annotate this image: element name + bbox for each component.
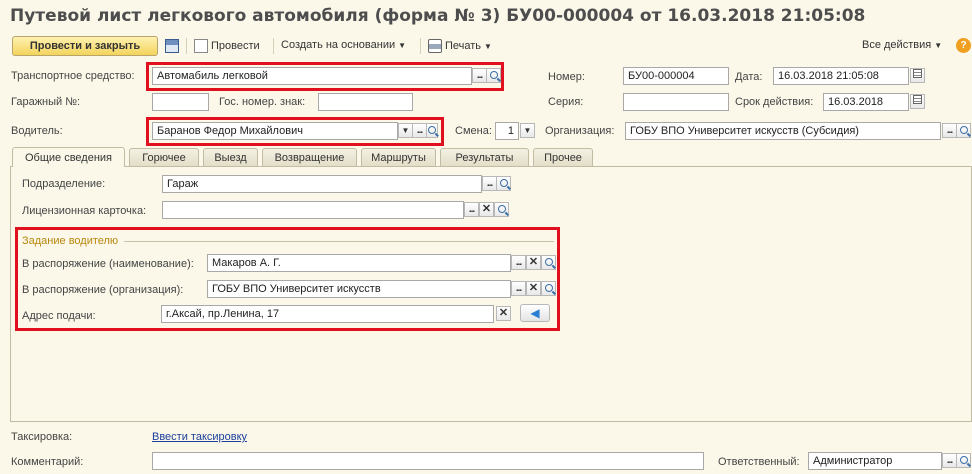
tab-fuel[interactable]: Горючее xyxy=(129,148,199,166)
driver-label: Водитель: xyxy=(11,125,63,137)
highlight-vehicle xyxy=(146,62,504,91)
tab-results[interactable]: Результаты xyxy=(440,148,529,166)
post-and-close-button[interactable]: Провести и закрыть xyxy=(12,36,158,56)
license-card-label: Лицензионная карточка: xyxy=(22,205,147,217)
tab-return[interactable]: Возвращение xyxy=(262,148,357,166)
comment-field[interactable] xyxy=(152,452,704,470)
search-icon xyxy=(499,179,508,187)
clear-icon: ✕ xyxy=(481,203,492,215)
ellipsis-icon: ... xyxy=(946,125,953,136)
ellipsis-icon: ... xyxy=(486,178,493,189)
organization-label: Организация: xyxy=(545,125,615,137)
responsible-field[interactable]: Администратор xyxy=(808,452,942,470)
number-label: Номер: xyxy=(548,71,585,83)
post-button[interactable]: Провести xyxy=(194,39,260,53)
division-open-button[interactable] xyxy=(496,176,511,191)
tab-other[interactable]: Прочее xyxy=(533,148,593,166)
garage-label: Гаражный №: xyxy=(11,96,81,108)
save-button[interactable] xyxy=(165,39,179,53)
shift-label: Смена: xyxy=(455,125,492,137)
tab-routes[interactable]: Маршруты xyxy=(361,148,436,166)
calendar-icon xyxy=(913,95,922,104)
highlight-driver-task xyxy=(15,227,560,331)
highlight-driver xyxy=(146,117,444,146)
search-icon xyxy=(959,126,968,134)
shift-dropdown-button[interactable]: ▼ xyxy=(520,123,535,138)
chevron-down-icon: ▼ xyxy=(398,40,407,50)
chevron-down-icon: ▼ xyxy=(934,40,943,50)
division-field[interactable]: Гараж xyxy=(162,175,482,193)
calendar-icon xyxy=(913,69,922,78)
number-field[interactable]: БУ00-000004 xyxy=(623,67,729,85)
printer-icon xyxy=(428,39,442,53)
responsible-select-button[interactable]: ... xyxy=(942,453,957,468)
chevron-down-icon: ▼ xyxy=(484,41,492,51)
series-field[interactable] xyxy=(623,93,729,111)
tab-departure[interactable]: Выезд xyxy=(203,148,258,166)
date-label: Дата: xyxy=(735,71,763,83)
valid-until-label: Срок действия: xyxy=(735,96,814,108)
create-based-on-label: Создать на основании xyxy=(281,39,396,51)
responsible-label: Ответственный: xyxy=(718,456,800,468)
organization-open-button[interactable] xyxy=(956,123,971,138)
post-button-label: Провести xyxy=(211,40,260,52)
all-actions-button[interactable]: Все действия ▼ xyxy=(862,39,942,51)
print-label: Печать xyxy=(445,40,482,52)
shift-field[interactable]: 1 xyxy=(495,122,519,140)
division-label: Подразделение: xyxy=(22,178,106,190)
print-button[interactable]: Печать ▼ xyxy=(428,39,492,53)
valid-until-field[interactable]: 16.03.2018 xyxy=(823,93,909,111)
search-icon xyxy=(497,205,506,213)
date-calendar-button[interactable] xyxy=(910,68,925,83)
all-actions-label: Все действия xyxy=(862,39,932,51)
create-based-on-button[interactable]: Создать на основании ▼ xyxy=(281,39,406,51)
chevron-down-icon: ▼ xyxy=(523,126,532,135)
taxing-label: Таксировка: xyxy=(11,431,73,443)
ellipsis-icon: ... xyxy=(468,204,475,215)
floppy-disk-icon xyxy=(165,39,179,53)
organization-field[interactable]: ГОБУ ВПО Университет искусств (Субсидия) xyxy=(625,122,941,140)
window-title: Путевой лист легкового автомобиля (форма… xyxy=(10,6,866,26)
comment-label: Комментарий: xyxy=(11,456,84,468)
division-select-button[interactable]: ... xyxy=(482,176,497,191)
tab-general[interactable]: Общие сведения xyxy=(12,147,125,167)
license-card-open-button[interactable] xyxy=(494,202,509,217)
plate-field[interactable] xyxy=(318,93,413,111)
plate-label: Гос. номер. знак: xyxy=(219,96,306,108)
vehicle-label: Транспортное средство: xyxy=(11,70,135,82)
search-icon xyxy=(959,456,968,464)
enter-taxing-link[interactable]: Ввести таксировку xyxy=(152,431,247,443)
ellipsis-icon: ... xyxy=(946,455,953,466)
license-card-clear-button[interactable]: ✕ xyxy=(479,202,494,217)
responsible-open-button[interactable] xyxy=(956,453,971,468)
post-document-icon xyxy=(194,39,208,53)
series-label: Серия: xyxy=(548,96,584,108)
license-card-field[interactable] xyxy=(162,201,464,219)
date-field[interactable]: 16.03.2018 21:05:08 xyxy=(773,67,909,85)
license-card-select-button[interactable]: ... xyxy=(464,202,479,217)
organization-select-button[interactable]: ... xyxy=(942,123,957,138)
help-icon[interactable]: ? xyxy=(956,38,971,53)
valid-until-calendar-button[interactable] xyxy=(910,94,925,109)
garage-field[interactable] xyxy=(152,93,209,111)
